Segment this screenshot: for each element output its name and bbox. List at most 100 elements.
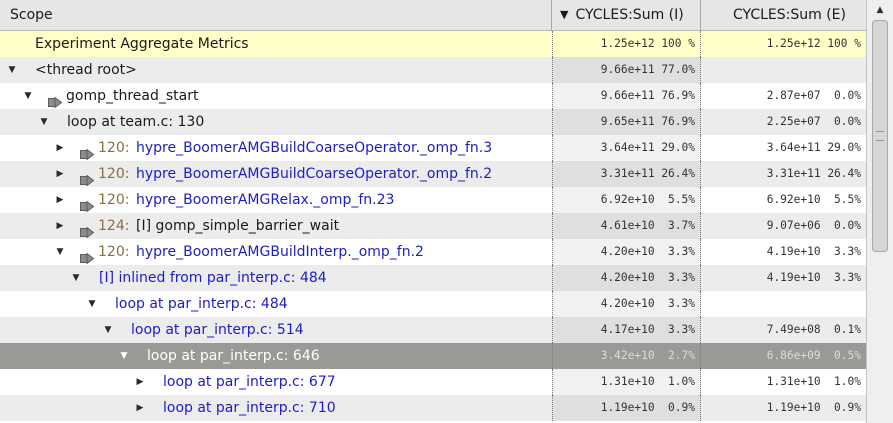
scope-label: gomp_thread_start	[66, 88, 199, 104]
table-row[interactable]: ▼ [I] inlined from par_interp.c: 484 4.20e…	[0, 265, 866, 291]
cycles-exclusive-cell: 1.25e+12 100 %	[766, 37, 861, 50]
table-row[interactable]: ▶ 120: hypre_BoomerAMGRelax._omp_fn.23 6.92…	[0, 187, 866, 213]
cycles-inclusive-cell: 9.65e+11 76.9%	[552, 109, 701, 135]
call-line-number: 120:	[98, 140, 130, 156]
cycles-exclusive-cell: 1.31e+10 1.0%	[766, 375, 861, 388]
expand-open-icon[interactable]: ▼	[6, 57, 18, 83]
cycles-exclusive-cell: 6.86e+09 0.5%	[766, 349, 861, 362]
scope-cell: ▼ loop at par_interp.c: 484	[0, 291, 552, 317]
scope-cell: ▶ 120: hypre_BoomerAMGBuildCoarseOperator.…	[0, 161, 552, 187]
call-line-number: 120:	[98, 192, 130, 208]
cycles-exclusive-column-header[interactable]: CYCLES:Sum (E)	[701, 0, 866, 31]
callsite-arrow-icon[interactable]	[80, 247, 95, 265]
scrollbar-thumb[interactable]	[872, 20, 888, 252]
scope-column-header[interactable]: Scope	[0, 0, 552, 31]
cycles-exclusive-header-label: CYCLES:Sum (E)	[733, 7, 846, 23]
scope-header-label: Scope	[10, 7, 53, 23]
source-link-label[interactable]: hypre_BoomerAMGBuildCoarseOperator._omp_…	[136, 161, 492, 187]
scope-label: loop at team.c: 130	[67, 114, 205, 130]
expand-open-icon[interactable]: ▼	[22, 83, 34, 109]
expand-closed-icon[interactable]: ▶	[54, 161, 66, 187]
call-line-number: 120:	[98, 166, 130, 182]
scope-cell: ▶ loop at par_interp.c: 677	[0, 369, 552, 395]
cycles-inclusive-cell: 4.20e+10 3.3%	[552, 291, 701, 317]
expand-open-icon[interactable]: ▼	[102, 317, 114, 343]
expand-closed-icon[interactable]: ▶	[54, 213, 66, 239]
scope-cell: ▶ 120: hypre_BoomerAMGBuildCoarseOperator.…	[0, 135, 552, 161]
table-row[interactable]: ▼ loop at team.c: 130 9.65e+11 76.9% 2.25e+…	[0, 109, 866, 135]
source-link-label[interactable]: hypre_BoomerAMGBuildInterp._omp_fn.2	[136, 239, 424, 265]
cycles-inclusive-cell: 4.20e+10 3.3%	[552, 265, 701, 291]
source-link-label[interactable]: loop at par_interp.c: 710	[163, 395, 336, 421]
cycles-inclusive-cell: 1.31e+10 1.0%	[552, 369, 701, 395]
call-line-number: 124:	[98, 218, 130, 234]
callsite-arrow-icon[interactable]	[80, 195, 95, 213]
callsite-arrow-icon[interactable]	[48, 91, 63, 109]
cycles-inclusive-cell: 3.64e+11 29.0%	[552, 135, 701, 161]
callsite-arrow-icon[interactable]	[80, 169, 95, 187]
table-row[interactable]: ▶ loop at par_interp.c: 710 1.19e+10 0.9% 1…	[0, 395, 866, 421]
table-row[interactable]: ▼ 120: hypre_BoomerAMGBuildInterp._omp_fn.…	[0, 239, 866, 265]
cycles-inclusive-cell: 4.17e+10 3.3%	[552, 317, 701, 343]
cycles-exclusive-cell: 6.92e+10 5.5%	[766, 193, 861, 206]
expand-open-icon[interactable]: ▼	[54, 239, 66, 265]
table-row[interactable]: ▼ loop at par_interp.c: 484 4.20e+10 3.3%	[0, 291, 866, 317]
cycles-inclusive-cell: 1.25e+12 100 %	[552, 31, 701, 57]
cycles-exclusive-cell: 3.64e+11 29.0%	[766, 141, 861, 154]
table-row[interactable]: ▼ loop at par_interp.c: 646 3.42e+10 2.7% 6…	[0, 343, 866, 369]
table-row[interactable]: ▼ <thread root> 9.66e+11 77.0%	[0, 57, 866, 83]
expand-closed-icon[interactable]: ▶	[54, 187, 66, 213]
cycles-inclusive-cell: 6.92e+10 5.5%	[552, 187, 701, 213]
table-body: Experiment Aggregate Metrics 1.25e+12 100…	[0, 31, 866, 421]
scope-cell: Experiment Aggregate Metrics	[0, 31, 552, 57]
callsite-arrow-icon[interactable]	[80, 143, 95, 161]
cycles-exclusive-cell: 7.49e+08 0.1%	[766, 323, 861, 336]
source-link-label[interactable]: hypre_BoomerAMGRelax._omp_fn.23	[136, 187, 394, 213]
sort-descending-icon: ▼	[560, 8, 569, 21]
scope-cell: ▼ loop at team.c: 130	[0, 109, 552, 135]
table-row[interactable]: ▼ gomp_thread_start 9.66e+11 76.9% 2.87e+07…	[0, 83, 866, 109]
scope-metrics-table: Scope ▼ CYCLES:Sum (I) CYCLES:Sum (E) Exp…	[0, 0, 866, 423]
source-link-label[interactable]: [I] inlined from par_interp.c: 484	[99, 265, 327, 291]
table-header: Scope ▼ CYCLES:Sum (I) CYCLES:Sum (E)	[0, 0, 866, 31]
expand-open-icon[interactable]: ▼	[118, 343, 130, 369]
cycles-exclusive-cell: 1.19e+10 0.9%	[766, 401, 861, 414]
expand-open-icon[interactable]: ▼	[38, 109, 50, 135]
callsite-arrow-icon[interactable]	[80, 221, 95, 239]
source-link-label[interactable]: loop at par_interp.c: 514	[131, 317, 304, 343]
cycles-inclusive-cell: 9.66e+11 77.0%	[552, 57, 701, 83]
cycles-inclusive-column-header[interactable]: ▼ CYCLES:Sum (I)	[552, 0, 701, 31]
cycles-exclusive-cell: 4.19e+10 3.3%	[766, 245, 861, 258]
expand-closed-icon[interactable]: ▶	[134, 369, 146, 395]
scope-cell: ▼ [I] inlined from par_interp.c: 484	[0, 265, 552, 291]
cycles-exclusive-cell: 9.07e+06 0.0%	[766, 219, 861, 232]
cycles-exclusive-cell: 2.25e+07 0.0%	[766, 115, 861, 128]
table-row[interactable]: ▼ loop at par_interp.c: 514 4.17e+10 3.3% 7…	[0, 317, 866, 343]
scope-cell: ▼ <thread root>	[0, 57, 552, 83]
scope-cell: ▼ gomp_thread_start	[0, 83, 552, 109]
cycles-exclusive-cell: 2.87e+07 0.0%	[766, 89, 861, 102]
scope-label: [I] gomp_simple_barrier_wait	[136, 218, 340, 234]
cycles-inclusive-cell: 3.42e+10 2.7%	[552, 343, 701, 369]
source-link-label[interactable]: loop at par_interp.c: 677	[163, 369, 336, 395]
expand-closed-icon[interactable]: ▶	[54, 135, 66, 161]
expand-closed-icon[interactable]: ▶	[134, 395, 146, 421]
cycles-inclusive-cell: 4.61e+10 3.7%	[552, 213, 701, 239]
expand-open-icon[interactable]: ▼	[86, 291, 98, 317]
scope-cell: ▼ 120: hypre_BoomerAMGBuildInterp._omp_fn.…	[0, 239, 552, 265]
vertical-scrollbar[interactable]: ▲	[866, 0, 893, 423]
table-row[interactable]: ▶ 124: [I] gomp_simple_barrier_wait 4.61e+1…	[0, 213, 866, 239]
table-row[interactable]: ▶ 120: hypre_BoomerAMGBuildCoarseOperator.…	[0, 161, 866, 187]
source-link-label[interactable]: loop at par_interp.c: 484	[115, 291, 288, 317]
source-link-label[interactable]: hypre_BoomerAMGBuildCoarseOperator._omp_…	[136, 135, 492, 161]
table-row[interactable]: Experiment Aggregate Metrics 1.25e+12 100…	[0, 31, 866, 57]
call-line-number: 120:	[98, 244, 130, 260]
table-row[interactable]: ▶ 120: hypre_BoomerAMGBuildCoarseOperator.…	[0, 135, 866, 161]
cycles-exclusive-cell: 3.31e+11 26.4%	[766, 167, 861, 180]
scope-cell: ▶ 124: [I] gomp_simple_barrier_wait	[0, 213, 552, 239]
table-row[interactable]: ▶ loop at par_interp.c: 677 1.31e+10 1.0% 1…	[0, 369, 866, 395]
scope-cell: ▼ loop at par_interp.c: 646	[0, 343, 552, 369]
expand-open-icon[interactable]: ▼	[70, 265, 82, 291]
scroll-up-arrow-icon[interactable]: ▲	[867, 2, 893, 19]
cycles-inclusive-cell: 3.31e+11 26.4%	[552, 161, 701, 187]
